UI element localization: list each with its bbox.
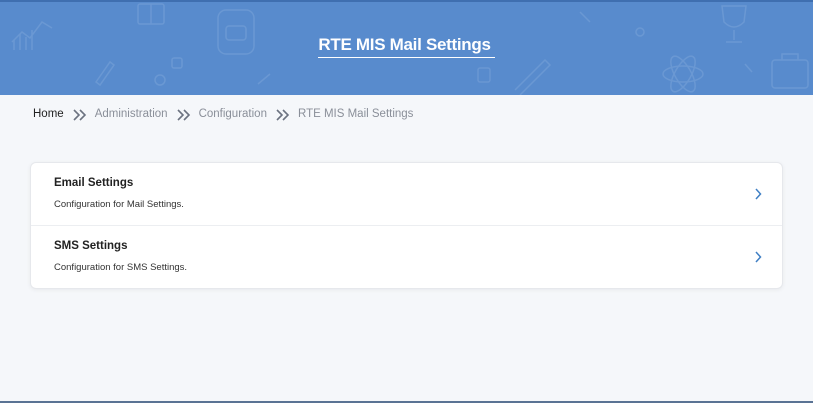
page-title: RTE MIS Mail Settings [0, 35, 813, 58]
chevron-right-icon[interactable] [754, 188, 762, 200]
breadcrumb: Home Administration Configuration RTE MI… [33, 106, 413, 122]
chevron-right-icon[interactable] [754, 251, 762, 263]
page: RTE MIS Mail Settings Home Administratio… [0, 0, 813, 403]
header-banner: RTE MIS Mail Settings [0, 2, 813, 95]
breadcrumb-home[interactable]: Home [33, 107, 64, 121]
email-settings-item[interactable]: Email Settings Configuration for Mail Se… [31, 163, 782, 226]
double-chevron-right-icon [176, 109, 190, 121]
breadcrumb-administration[interactable]: Administration [95, 107, 168, 121]
settings-card: Email Settings Configuration for Mail Se… [30, 162, 783, 289]
double-chevron-right-icon [276, 109, 290, 121]
sms-settings-title: SMS Settings [54, 240, 128, 252]
breadcrumb-configuration[interactable]: Configuration [199, 107, 267, 121]
sms-settings-item[interactable]: SMS Settings Configuration for SMS Setti… [31, 226, 782, 289]
email-settings-description: Configuration for Mail Settings. [54, 199, 184, 210]
breadcrumb-current: RTE MIS Mail Settings [297, 108, 414, 120]
double-chevron-right-icon [73, 109, 86, 121]
sms-settings-description: Configuration for SMS Settings. [54, 262, 188, 273]
email-settings-title: Email Settings [54, 177, 134, 189]
